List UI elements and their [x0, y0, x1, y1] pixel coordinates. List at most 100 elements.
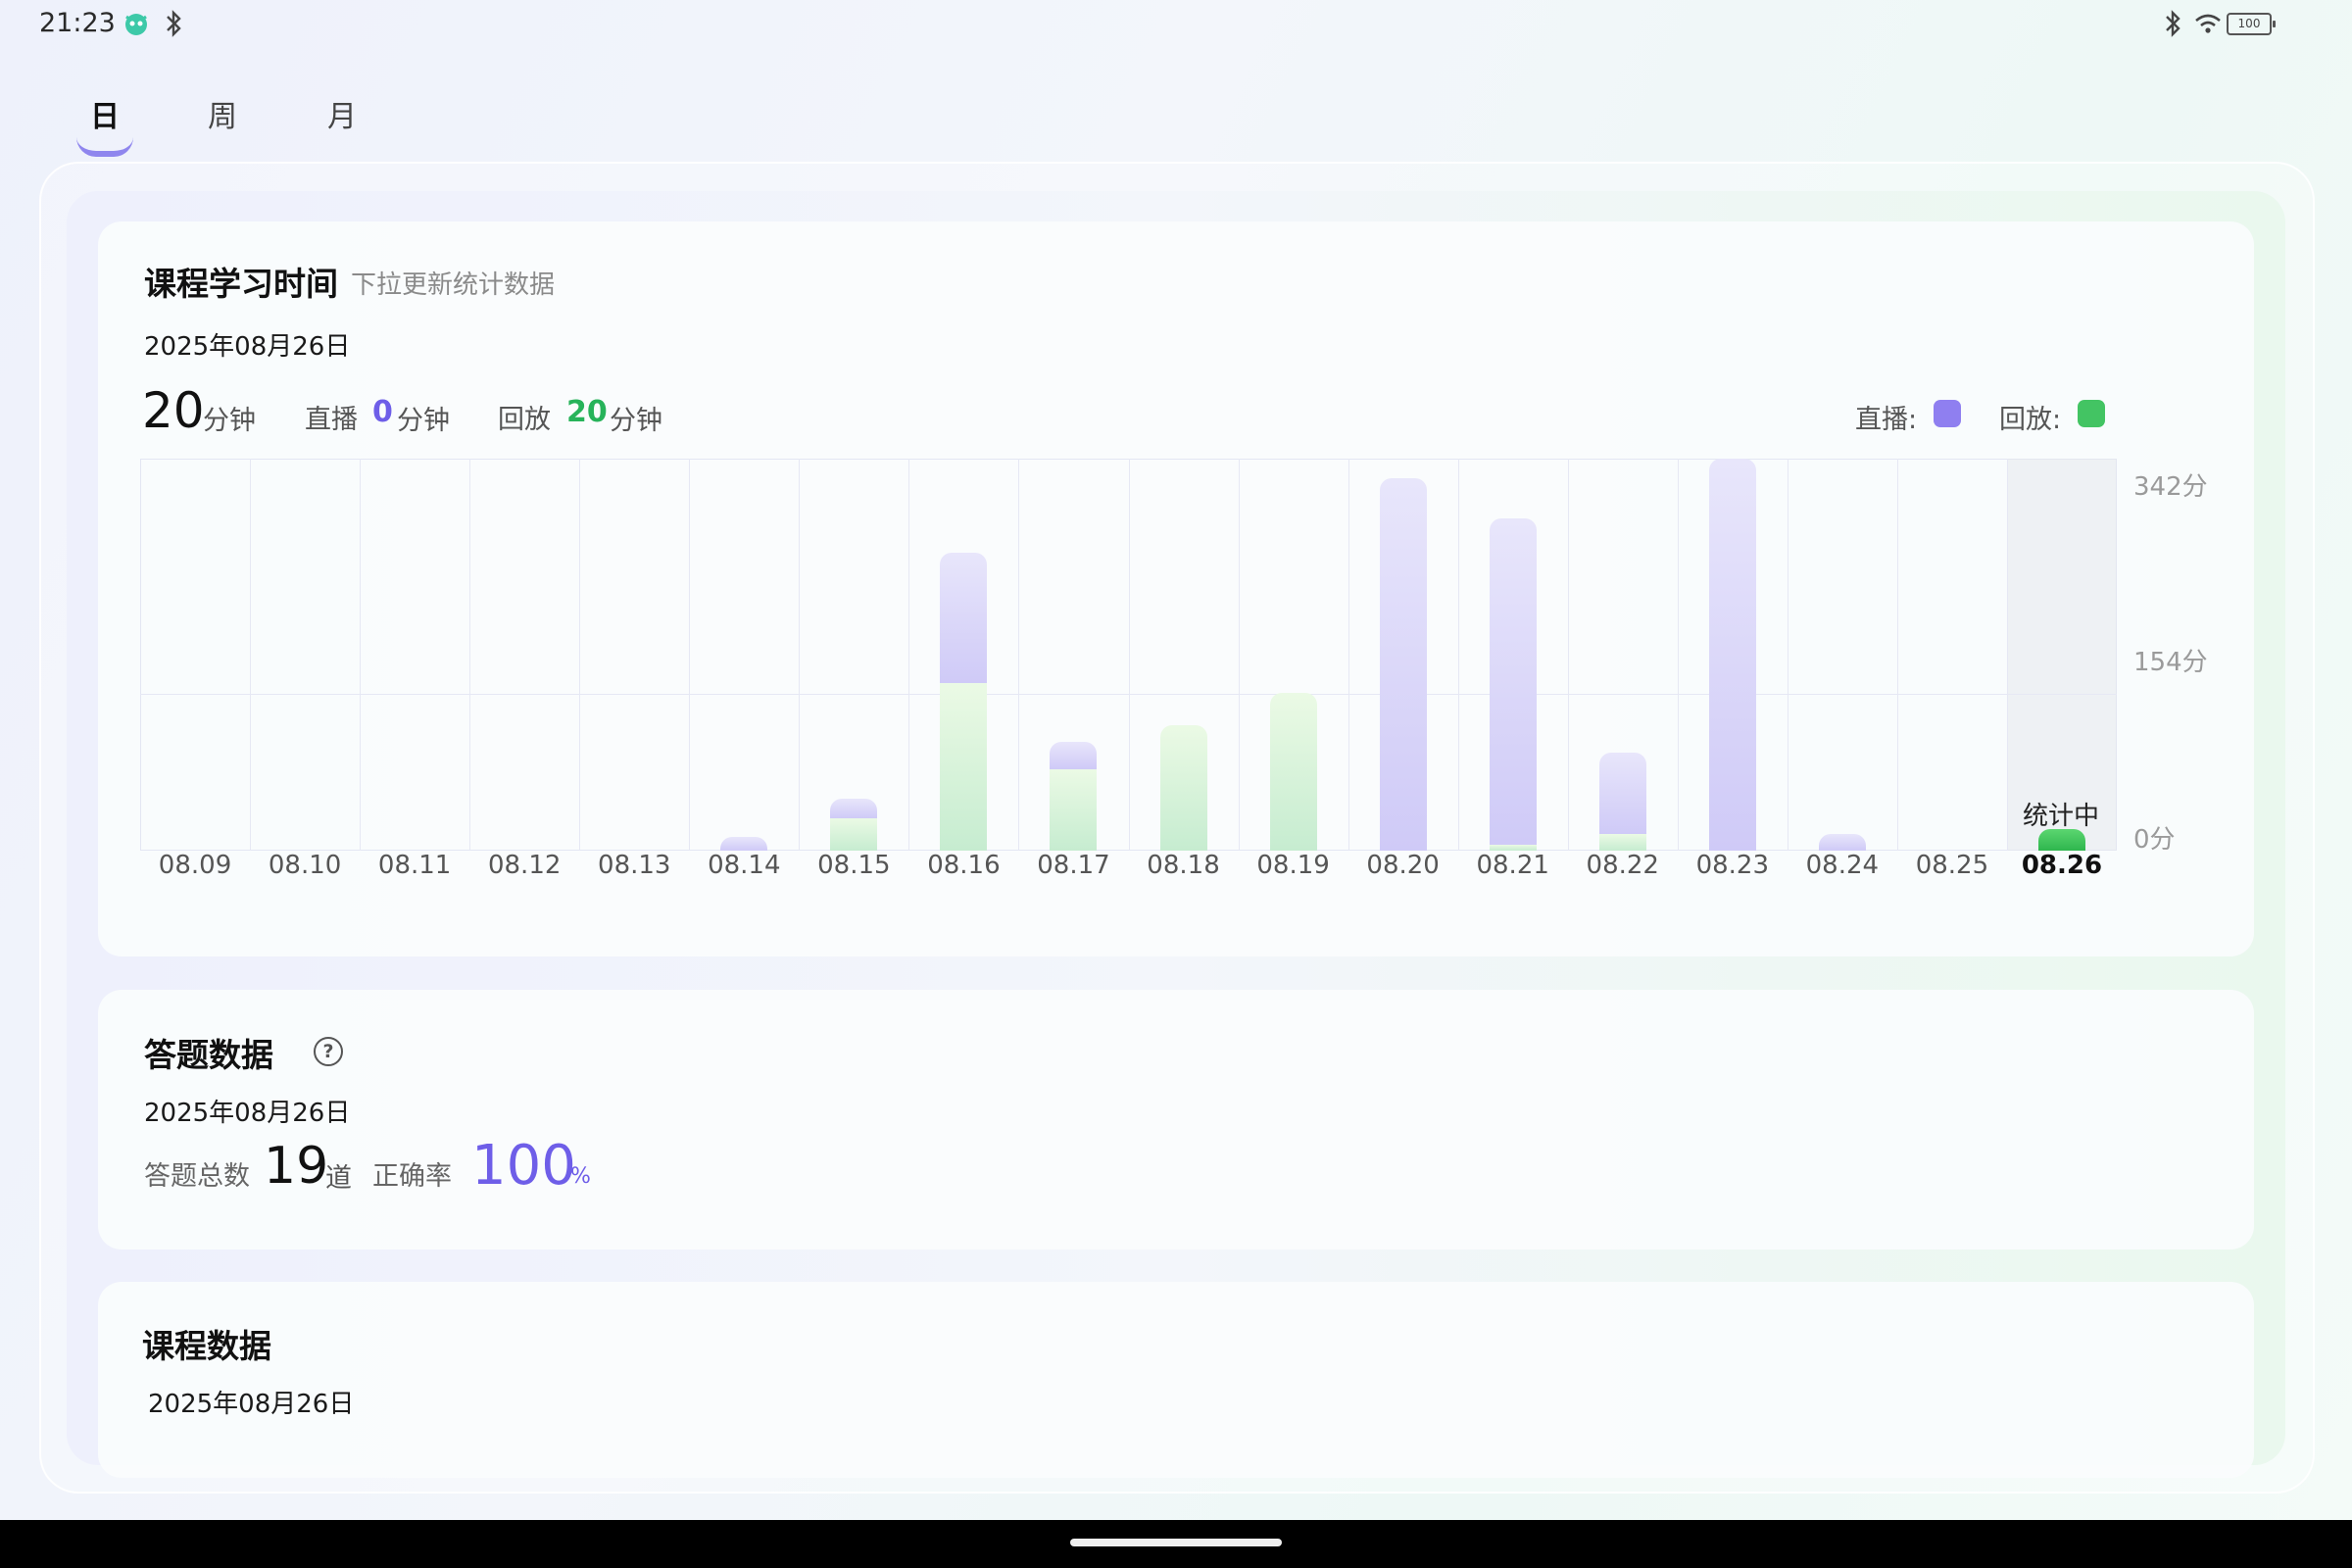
x-tick-label: 08.21	[1476, 851, 1549, 880]
x-tick-label: 08.19	[1256, 851, 1330, 880]
grid-line-vertical	[469, 459, 471, 851]
home-indicator[interactable]	[1070, 1539, 1282, 1546]
grid-line-vertical	[579, 459, 581, 851]
x-tick-label: 08.12	[487, 851, 562, 880]
bar-08.14[interactable]	[720, 837, 768, 851]
study-time-chart	[140, 459, 2117, 851]
course-date: 2025年08月26日	[148, 1390, 355, 1419]
grid-line-vertical	[2006, 459, 2008, 851]
grid-line-vertical	[1348, 459, 1349, 851]
bar-segment-replay	[1159, 725, 1207, 851]
help-icon[interactable]: ?	[314, 1037, 343, 1066]
legend-replay-label: 回放:	[1999, 405, 2062, 435]
bar-segment-live	[1379, 478, 1427, 851]
battery-icon: 100	[2227, 13, 2276, 35]
x-tick-label: 08.26	[2021, 851, 2103, 880]
wifi-icon	[2195, 14, 2221, 33]
bar-segment-replay	[1598, 834, 1646, 851]
grid-line-vertical	[908, 459, 910, 851]
bar-segment-live	[720, 837, 768, 851]
highlight-column	[2006, 459, 2117, 851]
current-day-status: 统计中	[2022, 802, 2099, 831]
bar-08.24[interactable]	[1818, 834, 1866, 851]
accuracy-label: 正确率	[372, 1161, 452, 1192]
tab-week[interactable]: 周	[193, 92, 252, 135]
status-bar: 21:23 100	[0, 0, 2352, 49]
study-time-date: 2025年08月26日	[144, 332, 351, 362]
legend-live-swatch	[1934, 400, 1961, 427]
bar-08.19[interactable]	[1269, 692, 1317, 851]
y-tick-mid: 154分	[2133, 648, 2208, 677]
x-tick-label: 08.17	[1037, 851, 1110, 880]
bar-08.16[interactable]	[940, 552, 988, 851]
x-tick-label: 08.18	[1147, 851, 1220, 880]
course-title: 课程数据	[142, 1327, 271, 1365]
x-tick-label: 08.25	[1915, 851, 1989, 880]
study-time-title: 课程学习时间	[144, 265, 338, 303]
y-tick-max: 342分	[2133, 472, 2208, 502]
bar-08.26[interactable]	[2037, 828, 2085, 851]
x-tick-label: 08.23	[1695, 851, 1770, 880]
bar-segment-replay	[830, 817, 878, 851]
replay-value: 20	[566, 395, 608, 429]
x-tick-label: 08.20	[1366, 851, 1440, 880]
bar-segment-live	[830, 798, 878, 818]
grid-line-vertical	[1567, 459, 1569, 851]
answer-total-label: 答题总数	[144, 1161, 250, 1192]
answer-total-value: 19	[264, 1137, 329, 1196]
total-time-unit: 分钟	[203, 406, 256, 436]
bar-segment-replay	[1050, 768, 1098, 851]
bar-08.15[interactable]	[830, 798, 878, 851]
bluetooth-icon	[167, 10, 181, 37]
x-tick-label: 08.15	[817, 851, 891, 880]
x-tick-label: 08.16	[927, 851, 1001, 880]
y-tick-zero: 0分	[2133, 825, 2176, 855]
x-tick-label: 08.14	[708, 851, 781, 880]
grid-line-vertical	[1018, 459, 1020, 851]
tab-day[interactable]: 日	[75, 92, 134, 135]
legend-live-label: 直播:	[1855, 405, 1918, 435]
bar-08.23[interactable]	[1708, 459, 1756, 851]
grid-line-vertical	[1457, 459, 1459, 851]
total-time-value: 20	[142, 382, 205, 439]
answer-total-unit: 道	[325, 1163, 352, 1194]
study-time-subtitle: 下拉更新统计数据	[351, 270, 556, 300]
bar-08.22[interactable]	[1598, 753, 1646, 851]
replay-unit: 分钟	[610, 406, 662, 436]
grid-line-vertical	[1128, 459, 1130, 851]
bar-08.17[interactable]	[1050, 741, 1098, 851]
bar-08.20[interactable]	[1379, 478, 1427, 851]
bar-segment-live	[1598, 753, 1646, 835]
x-tick-label: 08.11	[377, 851, 452, 880]
live-unit: 分钟	[397, 406, 450, 436]
bar-segment-replay	[2037, 828, 2085, 851]
accuracy-value: 100	[471, 1134, 576, 1198]
bar-segment-live	[1050, 741, 1098, 769]
grid-line-vertical	[360, 459, 362, 851]
x-tick-label: 08.24	[1805, 851, 1880, 880]
x-tick-label: 08.22	[1586, 851, 1659, 880]
grid-line-vertical	[1896, 459, 1898, 851]
bar-segment-replay	[1269, 692, 1317, 851]
bar-segment-live	[1489, 518, 1537, 846]
legend-replay-swatch	[2078, 400, 2105, 427]
x-tick-label: 08.10	[268, 851, 342, 880]
grid-line-vertical	[250, 459, 252, 851]
bar-segment-live	[1818, 834, 1866, 851]
grid-line-vertical	[689, 459, 691, 851]
grid-line-vertical	[1238, 459, 1240, 851]
bar-08.21[interactable]	[1489, 518, 1537, 851]
grid-line-horizontal	[140, 694, 2117, 696]
bar-segment-live	[1708, 459, 1756, 851]
grid-line-vertical	[1677, 459, 1679, 851]
tab-month[interactable]: 月	[313, 92, 371, 135]
tab-indicator	[76, 137, 133, 157]
bar-08.18[interactable]	[1159, 725, 1207, 851]
answer-date: 2025年08月26日	[144, 1099, 351, 1128]
x-tick-label: 08.09	[158, 851, 232, 880]
course-card	[98, 1282, 2254, 1478]
live-value: 0	[372, 395, 393, 429]
bar-segment-replay	[940, 682, 988, 851]
bluetooth-icon	[2166, 10, 2180, 37]
accuracy-unit: %	[570, 1164, 591, 1189]
